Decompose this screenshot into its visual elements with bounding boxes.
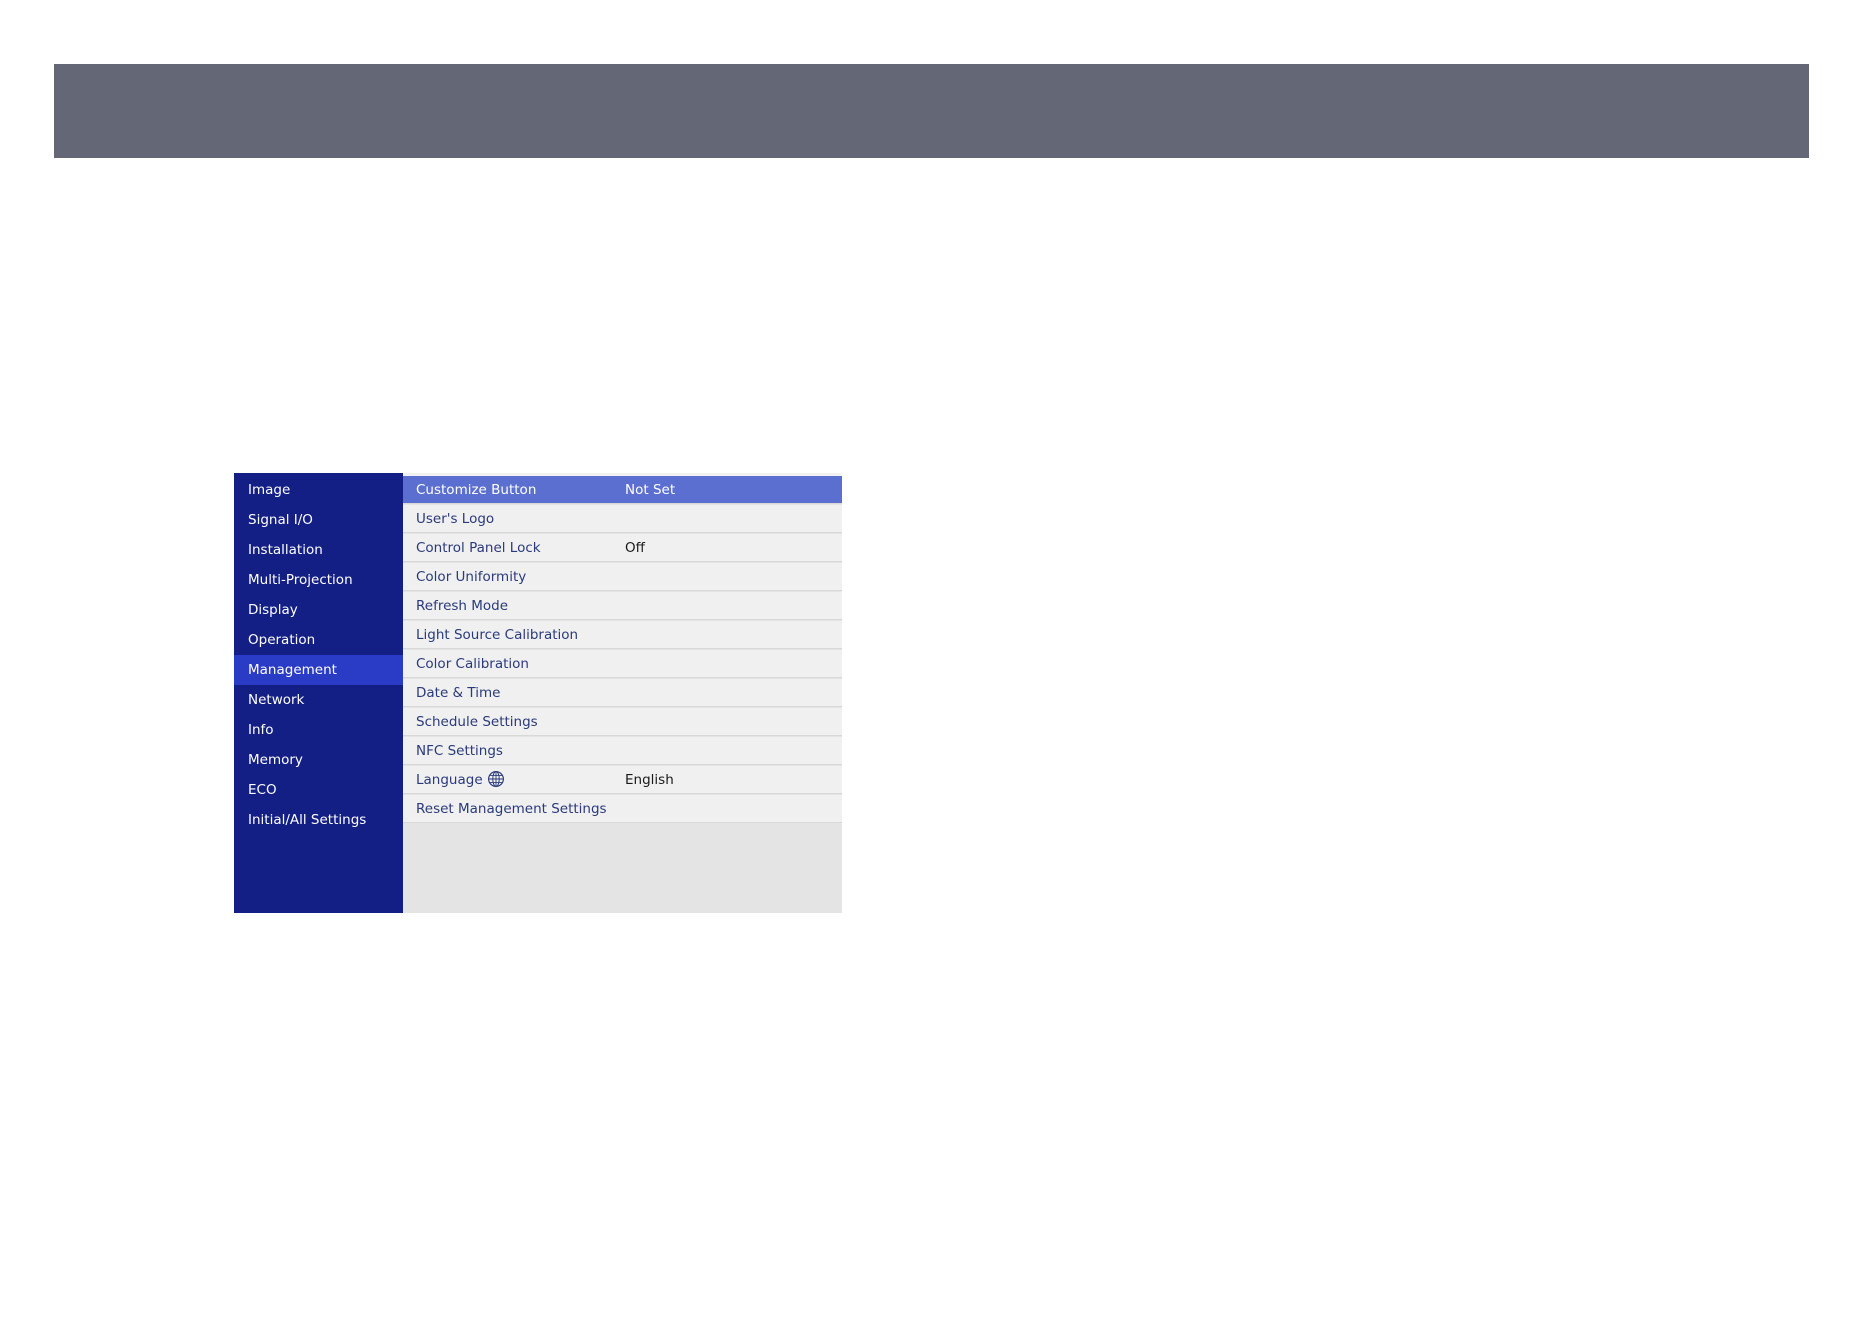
menu-row-label: User's Logo — [416, 505, 494, 533]
sidebar-item-operation[interactable]: Operation — [234, 625, 403, 655]
globe-icon — [487, 770, 505, 788]
sidebar-item-eco[interactable]: ECO — [234, 775, 403, 805]
menu-row-label-text: Color Uniformity — [416, 569, 527, 585]
menu-row-label: Refresh Mode — [416, 592, 508, 620]
menu-row-label-text: Customize Button — [416, 482, 537, 498]
sidebar-item-multi-projection[interactable]: Multi-Projection — [234, 565, 403, 595]
menu-row-label: Date & Time — [416, 679, 500, 707]
menu-row-schedule-settings[interactable]: Schedule Settings — [403, 708, 842, 736]
menu-row-value: Off — [625, 540, 645, 556]
menu-row-customize-button[interactable]: Customize Button Not Set — [403, 476, 842, 504]
header-bar — [54, 64, 1809, 158]
sidebar-item-management[interactable]: Management — [234, 655, 403, 685]
menu-row-label-text: Reset Management Settings — [416, 801, 607, 817]
sidebar-item-info[interactable]: Info — [234, 715, 403, 745]
menu-row-label-text: Color Calibration — [416, 656, 529, 672]
sidebar-item-initial-all-settings[interactable]: Initial/All Settings — [234, 805, 403, 835]
menu-row-label: Color Calibration — [416, 650, 529, 678]
projector-settings-menu: Image Signal I/O Installation Multi-Project… — [234, 473, 842, 913]
menu-row-label-text: Refresh Mode — [416, 598, 509, 614]
menu-row-label-text: Language — [416, 772, 483, 788]
menu-row-light-source-calibration[interactable]: Light Source Calibration — [403, 621, 842, 649]
menu-row-label: Customize Button — [416, 476, 536, 504]
menu-row-label-text: Control Panel Lock — [416, 540, 541, 556]
menu-row-date-time[interactable]: Date & Time — [403, 679, 842, 707]
submenu-panel: Customize Button Not Set User's Logo Contro… — [403, 473, 842, 913]
sidebar-item-memory[interactable]: Memory — [234, 745, 403, 775]
menu-row-value: Not Set — [625, 482, 676, 498]
menu-row-label-text: Date & Time — [416, 685, 501, 701]
menu-row-label-text: Light Source Calibration — [416, 627, 579, 643]
menu-row-control-panel-lock[interactable]: Control Panel Lock Off — [403, 534, 842, 562]
menu-row-label: Color Uniformity — [416, 563, 526, 591]
sidebar-item-signal-i-o[interactable]: Signal I/O — [234, 505, 403, 535]
menu-row-label: Light Source Calibration — [416, 621, 578, 649]
menu-row-label: Schedule Settings — [416, 708, 538, 736]
menu-row-color-uniformity[interactable]: Color Uniformity — [403, 563, 842, 591]
sidebar-item-installation[interactable]: Installation — [234, 535, 403, 565]
page: Image Signal I/O Installation Multi-Project… — [0, 0, 1872, 1324]
menu-row-nfc-settings[interactable]: NFC Settings — [403, 737, 842, 765]
menu-row-reset-management-settings[interactable]: Reset Management Settings — [403, 795, 842, 823]
menu-row-color-calibration[interactable]: Color Calibration — [403, 650, 842, 678]
menu-row-label: Control Panel Lock — [416, 534, 541, 562]
sidebar-item-display[interactable]: Display — [234, 595, 403, 625]
menu-row-language[interactable]: Language English — [403, 766, 842, 794]
menu-row-label: Reset Management Settings — [416, 795, 607, 823]
menu-sidebar: Image Signal I/O Installation Multi-Project… — [234, 473, 403, 913]
sidebar-item-image[interactable]: Image — [234, 475, 403, 505]
menu-row-value: English — [625, 772, 674, 788]
menu-row-label-text: Schedule Settings — [416, 714, 538, 730]
menu-row-user-s-logo[interactable]: User's Logo — [403, 505, 842, 533]
sidebar-item-network[interactable]: Network — [234, 685, 403, 715]
menu-row-refresh-mode[interactable]: Refresh Mode — [403, 592, 842, 620]
menu-row-label-text: NFC Settings — [416, 743, 503, 759]
menu-row-label: Language — [416, 766, 505, 794]
menu-row-label-text: User's Logo — [416, 511, 495, 527]
menu-row-label: NFC Settings — [416, 737, 503, 765]
